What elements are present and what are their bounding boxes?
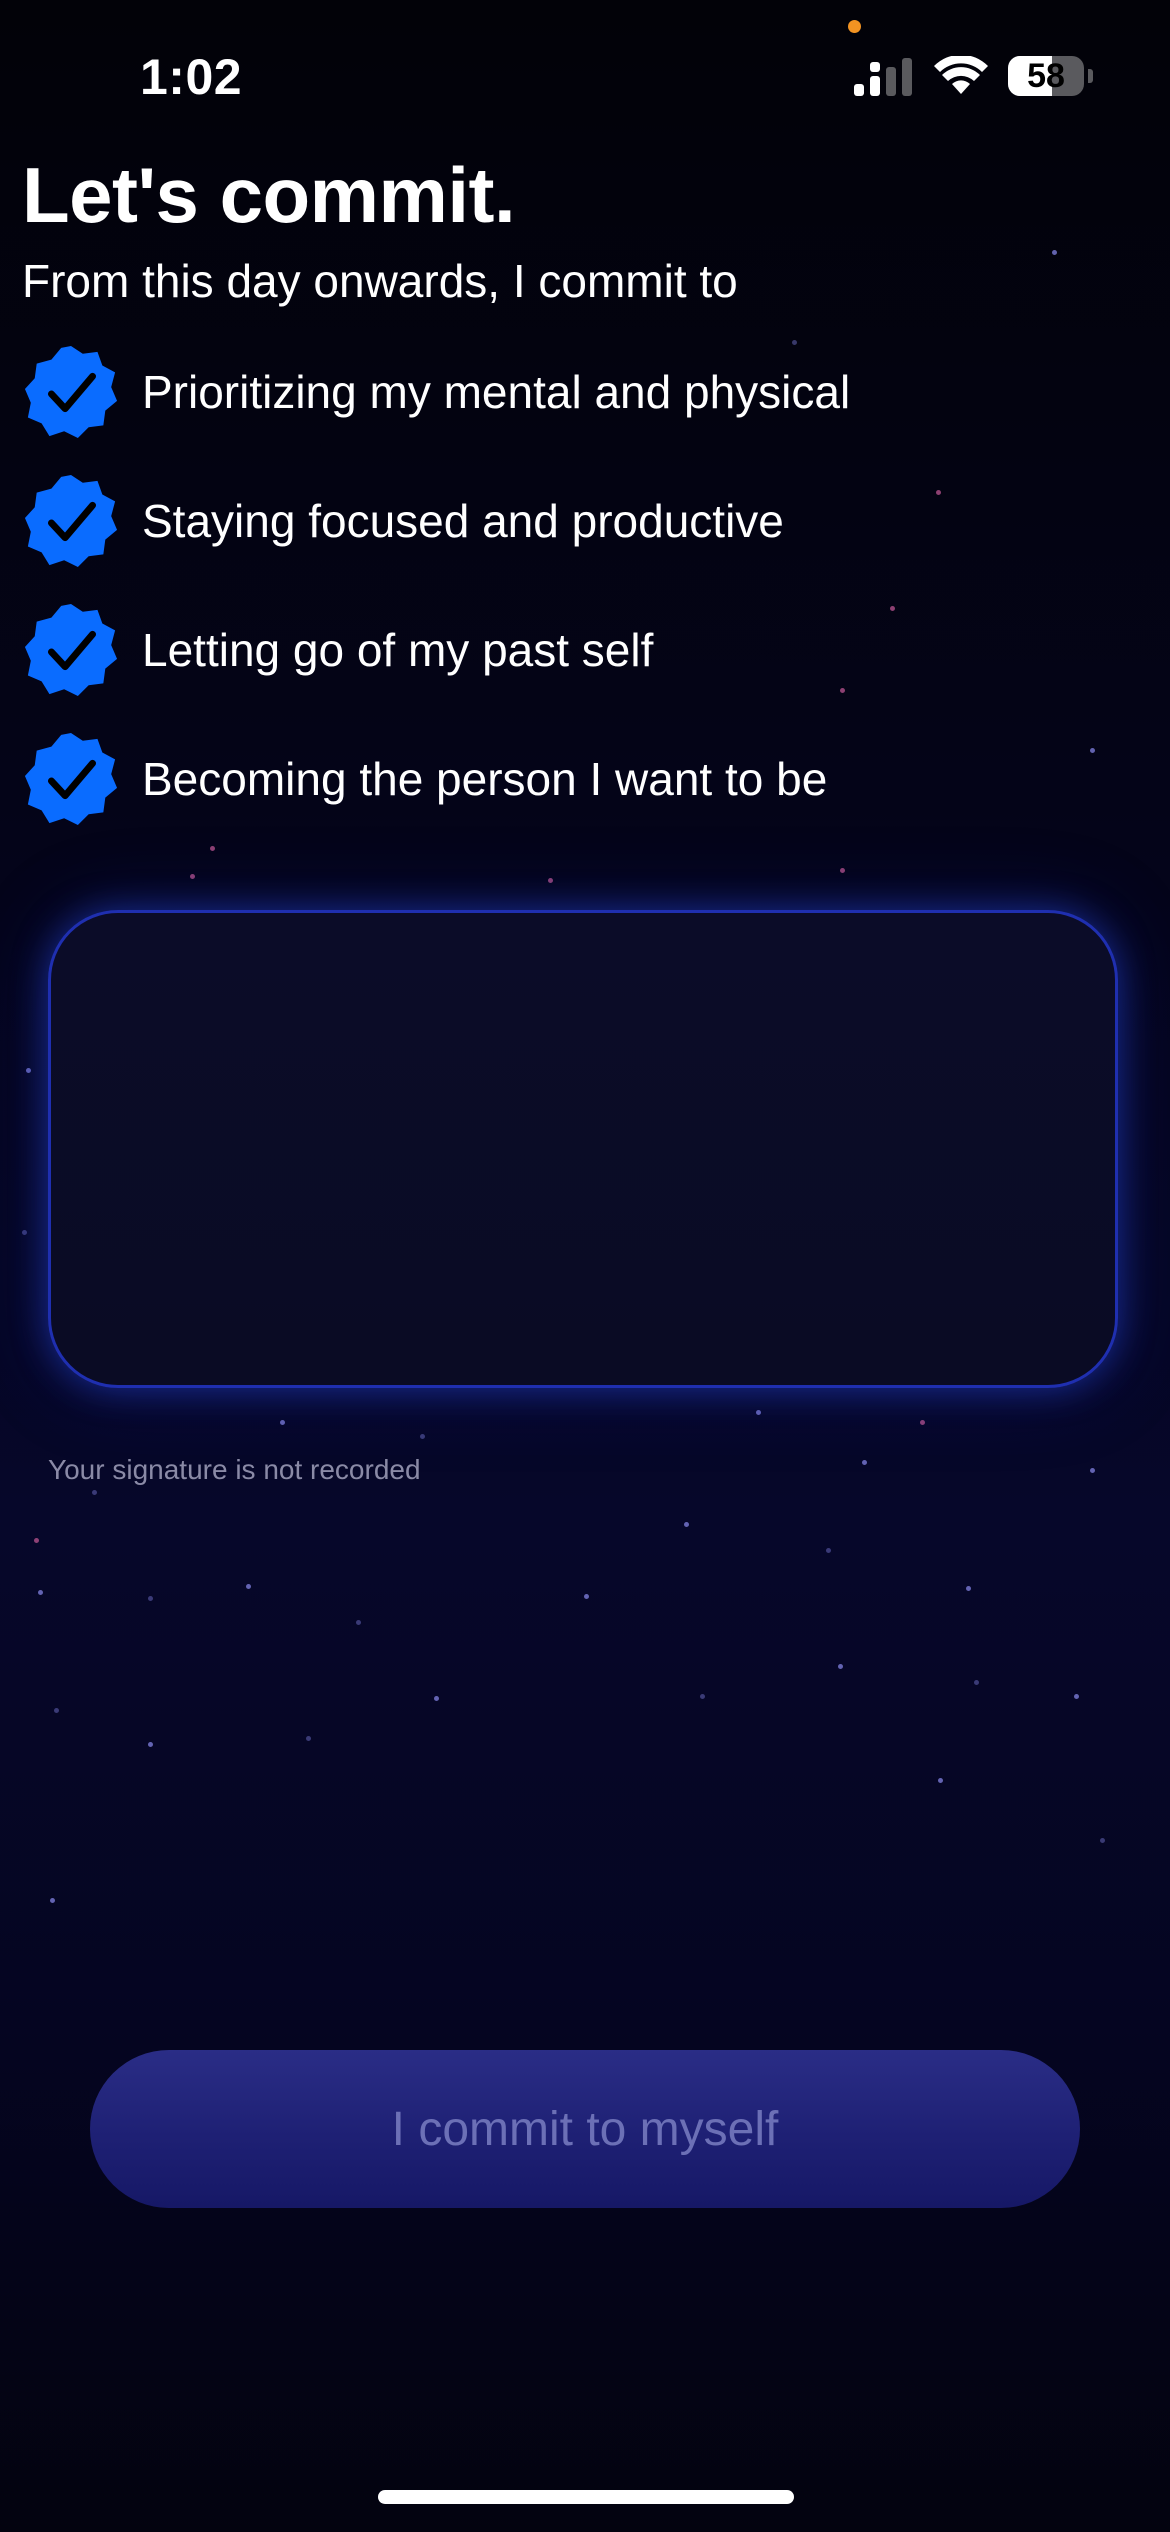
privacy-indicator-dot [848, 20, 861, 33]
commit-button[interactable]: I commit to myself [90, 2050, 1080, 2208]
star [756, 1410, 761, 1415]
star [26, 1068, 31, 1073]
commitment-item[interactable]: Becoming the person I want to be [22, 727, 1142, 831]
commitment-item[interactable]: Prioritizing my mental and physical [22, 340, 1142, 444]
star [34, 1538, 39, 1543]
star [1074, 1694, 1079, 1699]
signature-privacy-note: Your signature is not recorded [48, 1454, 421, 1485]
verified-check-badge-icon [24, 732, 118, 826]
commitment-item[interactable]: Letting go of my past self [22, 598, 1142, 702]
page-subtitle: From this day onwards, I commit to [22, 255, 738, 307]
star [356, 1620, 361, 1625]
commitment-label: Becoming the person I want to be [142, 753, 828, 805]
star [966, 1586, 971, 1591]
star [548, 878, 553, 883]
star [938, 1778, 943, 1783]
star [148, 1742, 153, 1747]
star [862, 1460, 867, 1465]
star [826, 1548, 831, 1553]
commitment-label: Prioritizing my mental and physical [142, 366, 851, 418]
star [840, 868, 845, 873]
status-bar-time: 1:02 [140, 49, 243, 105]
wifi-icon [934, 56, 988, 94]
commitment-label: Letting go of my past self [142, 624, 654, 676]
verified-check-badge-icon [24, 603, 118, 697]
star [190, 874, 195, 879]
star [974, 1680, 979, 1685]
star [1090, 1468, 1095, 1473]
home-indicator[interactable] [378, 2490, 794, 2504]
star [920, 1420, 925, 1425]
signature-pad[interactable] [48, 910, 1118, 1388]
commitment-label: Staying focused and productive [142, 495, 784, 547]
star [700, 1694, 705, 1699]
commitment-item[interactable]: Staying focused and productive [22, 469, 1142, 573]
star [38, 1590, 43, 1595]
star [280, 1420, 285, 1425]
star [306, 1736, 311, 1741]
star [246, 1584, 251, 1589]
star [92, 1490, 97, 1495]
star [838, 1664, 843, 1669]
star [54, 1708, 59, 1713]
star [1100, 1838, 1105, 1843]
verified-check-badge-icon [24, 345, 118, 439]
star [420, 1434, 425, 1439]
star [684, 1522, 689, 1527]
verified-check-badge-icon [24, 474, 118, 568]
star [148, 1596, 153, 1601]
star [584, 1594, 589, 1599]
battery-tip [1088, 69, 1093, 83]
star [50, 1898, 55, 1903]
battery-indicator: 58 [1008, 56, 1084, 96]
star [210, 846, 215, 851]
page-title: Let's commit. [22, 151, 516, 239]
cellular-signal-icon [854, 58, 912, 96]
star [1052, 250, 1057, 255]
star [434, 1696, 439, 1701]
star [22, 1230, 27, 1235]
battery-level: 58 [1027, 56, 1065, 95]
